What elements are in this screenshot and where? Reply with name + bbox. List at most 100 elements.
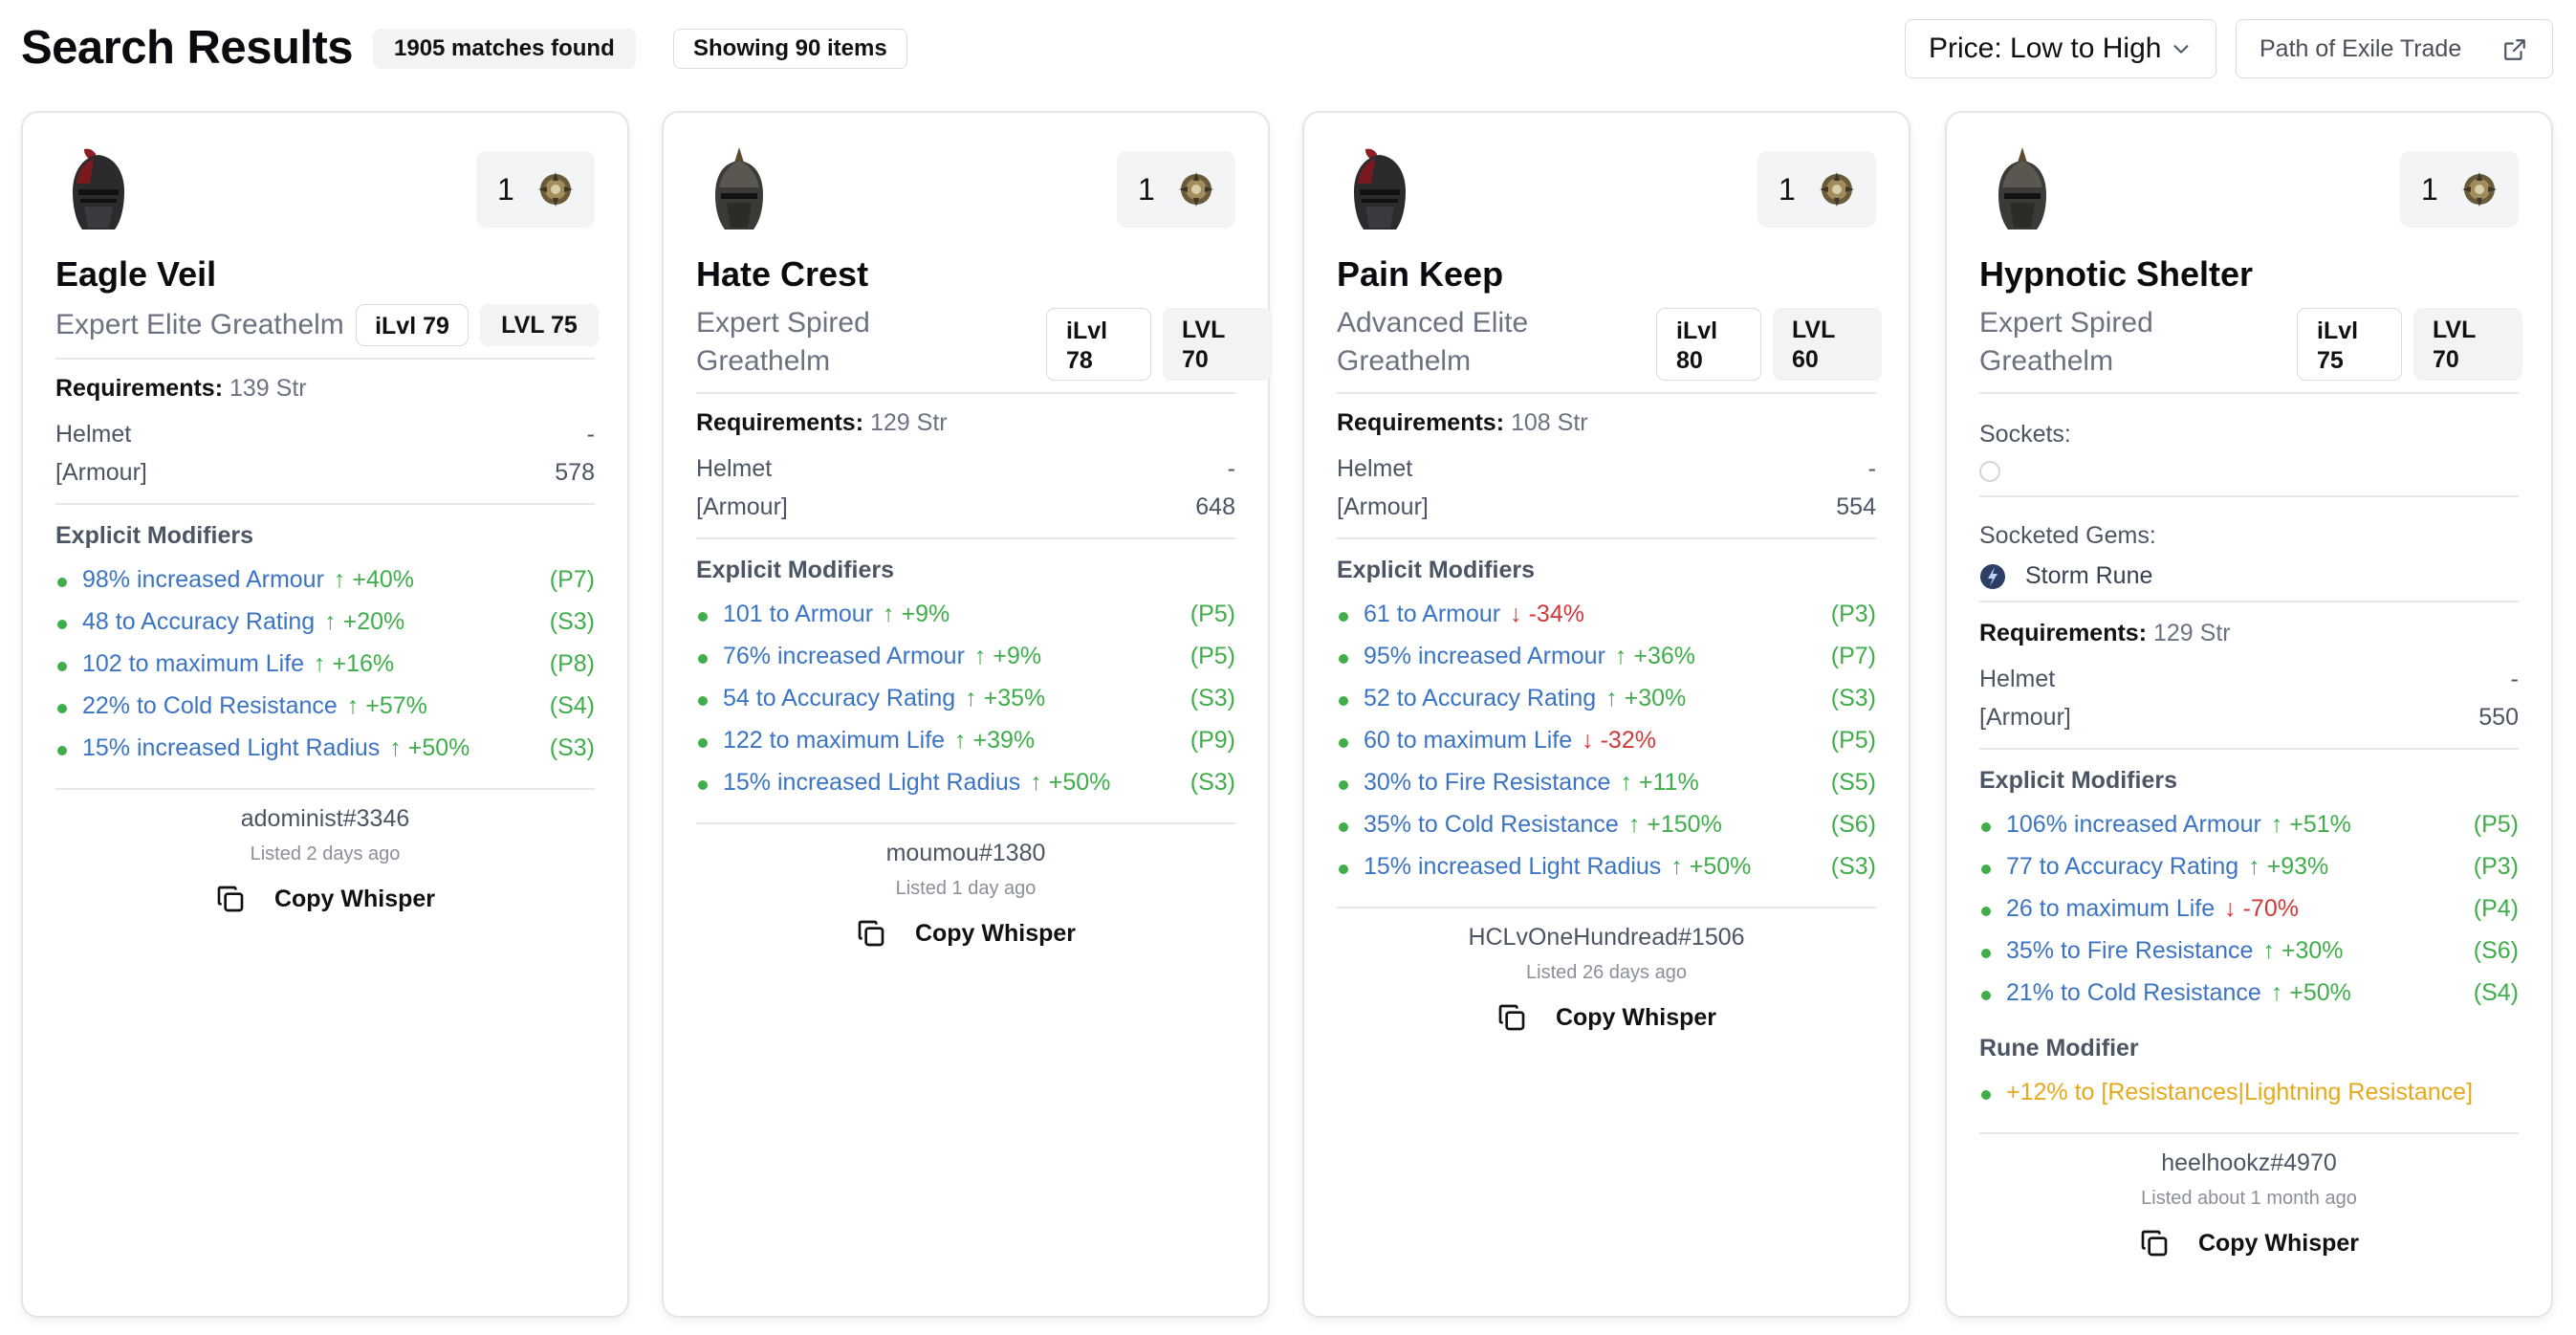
bullet-dot-icon bbox=[1981, 991, 1991, 1000]
copy-whisper-label: Copy Whisper bbox=[914, 919, 1077, 947]
required-level-chip: LVL 70 bbox=[1163, 308, 1272, 381]
path-of-exile-trade-link[interactable]: Path of Exile Trade bbox=[2236, 19, 2553, 78]
storm-rune-icon bbox=[1980, 563, 2005, 589]
divider bbox=[1337, 537, 1876, 539]
sort-dropdown[interactable]: Price: Low to High bbox=[1905, 19, 2216, 78]
seller-name: moumou#1380 bbox=[885, 840, 1046, 866]
currency-orb-icon bbox=[1815, 167, 1859, 211]
modifier-row: 26 to maximum Life ↓ -70% (P4) bbox=[1979, 893, 2519, 935]
copy-whisper-label: Copy Whisper bbox=[273, 885, 436, 912]
currency-orb-icon bbox=[534, 167, 578, 211]
trade-link-label: Path of Exile Trade bbox=[2259, 34, 2462, 62]
bullet-dot-icon bbox=[1981, 949, 1991, 958]
modifier-row: 106% increased Armour ↑ +51% (P5) bbox=[1979, 809, 2519, 851]
rune-modifier-title: Rune Modifier bbox=[1979, 1035, 2139, 1061]
armour-row: [Armour] 550 bbox=[1979, 704, 2519, 731]
modifier-row: 76% increased Armour ↑ +9% (P5) bbox=[696, 641, 1235, 683]
modifier-row: 15% increased Light Radius ↑ +50% (S3) bbox=[1337, 851, 1876, 893]
required-level-chip: LVL 60 bbox=[1773, 308, 1882, 381]
bullet-dot-icon bbox=[1339, 696, 1348, 706]
helmet-icon bbox=[706, 145, 773, 237]
bullet-dot-icon bbox=[57, 704, 67, 713]
requirements: Requirements: 108 Str bbox=[1337, 409, 1588, 436]
modifier-row: 48 to Accuracy Rating ↑ +20% (S3) bbox=[55, 606, 595, 648]
armour-row: [Armour] 578 bbox=[55, 459, 595, 486]
modifier-row: 30% to Fire Resistance ↑ +11% (S5) bbox=[1337, 767, 1876, 809]
matches-count-badge: 1905 matches found bbox=[373, 29, 636, 69]
copy-whisper-button[interactable]: Copy Whisper bbox=[696, 918, 1235, 949]
item-class-row: Helmet - bbox=[696, 455, 1235, 482]
external-link-icon bbox=[2504, 39, 2525, 60]
item-class-row: Helmet - bbox=[55, 421, 595, 448]
modifier-row: 61 to Armour ↓ -34% (P3) bbox=[1337, 599, 1876, 641]
item-name: Hate Crest bbox=[696, 254, 869, 294]
explicit-modifiers-title: Explicit Modifiers bbox=[1979, 767, 2177, 794]
modifier-row: 35% to Cold Resistance ↑ +150% (S6) bbox=[1337, 809, 1876, 851]
copy-icon bbox=[1496, 1002, 1527, 1033]
price-box: 1 bbox=[2400, 151, 2519, 228]
divider bbox=[1337, 907, 1876, 908]
divider bbox=[1979, 392, 2519, 394]
requirements: Requirements: 129 Str bbox=[696, 409, 948, 436]
modifier-row: 122 to maximum Life ↑ +39% (P9) bbox=[696, 725, 1235, 767]
divider bbox=[55, 788, 595, 790]
divider bbox=[1979, 748, 2519, 750]
copy-whisper-button[interactable]: Copy Whisper bbox=[1979, 1228, 2519, 1258]
divider bbox=[1979, 601, 2519, 602]
bullet-dot-icon bbox=[57, 662, 67, 671]
divider bbox=[1979, 495, 2519, 497]
helmet-icon bbox=[65, 145, 132, 237]
helmet-icon bbox=[1989, 145, 2056, 237]
listed-time: Listed 26 days ago bbox=[1526, 962, 1687, 983]
divider bbox=[696, 392, 1235, 394]
bullet-dot-icon bbox=[1981, 864, 1991, 874]
copy-whisper-button[interactable]: Copy Whisper bbox=[1337, 1002, 1876, 1033]
listed-time: Listed 1 day ago bbox=[895, 878, 1037, 899]
divider bbox=[696, 822, 1235, 824]
divider bbox=[696, 537, 1235, 539]
item-class-row: Helmet - bbox=[1979, 666, 2519, 692]
item-base-type: Expert Elite Greathelm bbox=[55, 309, 344, 340]
modifier-row: 54 to Accuracy Rating ↑ +35% (S3) bbox=[696, 683, 1235, 725]
modifier-row: 15% increased Light Radius ↑ +50% (S3) bbox=[696, 767, 1235, 809]
modifier-row: 95% increased Armour ↑ +36% (P7) bbox=[1337, 641, 1876, 683]
requirements: Requirements: 139 Str bbox=[55, 375, 307, 402]
required-level-chip: LVL 75 bbox=[480, 304, 599, 346]
socketed-gem: Storm Rune bbox=[1979, 562, 2152, 590]
divider bbox=[55, 358, 595, 360]
modifier-row: 35% to Fire Resistance ↑ +30% (S6) bbox=[1979, 935, 2519, 977]
item-base-type: Advanced Elite Greathelm bbox=[1337, 307, 1529, 377]
page-title: Search Results bbox=[21, 22, 354, 74]
modifier-row: 21% to Cold Resistance ↑ +50% (S4) bbox=[1979, 977, 2519, 1019]
modifier-row: 22% to Cold Resistance ↑ +57% (S4) bbox=[55, 690, 595, 733]
item-class-row: Helmet - bbox=[1337, 455, 1876, 482]
sort-dropdown-label: Price: Low to High bbox=[1929, 33, 2162, 64]
bullet-dot-icon bbox=[1339, 738, 1348, 748]
modifier-row: 52 to Accuracy Rating ↑ +30% (S3) bbox=[1337, 683, 1876, 725]
bullet-dot-icon bbox=[698, 654, 708, 664]
bullet-dot-icon bbox=[1339, 822, 1348, 832]
modifier-row: 102 to maximum Life ↑ +16% (P8) bbox=[55, 648, 595, 690]
copy-icon bbox=[215, 884, 246, 914]
currency-orb-icon bbox=[2457, 167, 2501, 211]
bullet-dot-icon bbox=[57, 746, 67, 755]
price-box: 1 bbox=[476, 151, 595, 228]
item-name: Eagle Veil bbox=[55, 254, 217, 294]
seller-name: HCLvOneHundread#1506 bbox=[1468, 924, 1745, 951]
rune-modifier-row: +12% to [Resistances|Lightning Resistanc… bbox=[1979, 1077, 2519, 1119]
divider bbox=[1979, 1132, 2519, 1134]
item-card: 1 Eagle Veil Expert Elite Greathelm iLvl… bbox=[21, 111, 629, 1318]
item-level-chip: iLvl 78 bbox=[1046, 308, 1151, 381]
copy-whisper-button[interactable]: Copy Whisper bbox=[55, 884, 595, 914]
item-card: 1 Hypnotic Shelter Expert Spired Greathel… bbox=[1945, 111, 2553, 1318]
item-base-type: Expert Spired Greathelm bbox=[1979, 307, 2153, 377]
divider bbox=[55, 503, 595, 505]
bullet-dot-icon bbox=[698, 612, 708, 622]
price-quantity: 1 bbox=[2421, 171, 2438, 207]
bullet-dot-icon bbox=[1981, 822, 1991, 832]
price-quantity: 1 bbox=[1779, 171, 1796, 207]
bullet-dot-icon bbox=[1339, 612, 1348, 622]
copy-icon bbox=[856, 918, 886, 949]
bullet-dot-icon bbox=[57, 620, 67, 629]
modifier-row: 98% increased Armour ↑ +40% (P7) bbox=[55, 564, 595, 606]
